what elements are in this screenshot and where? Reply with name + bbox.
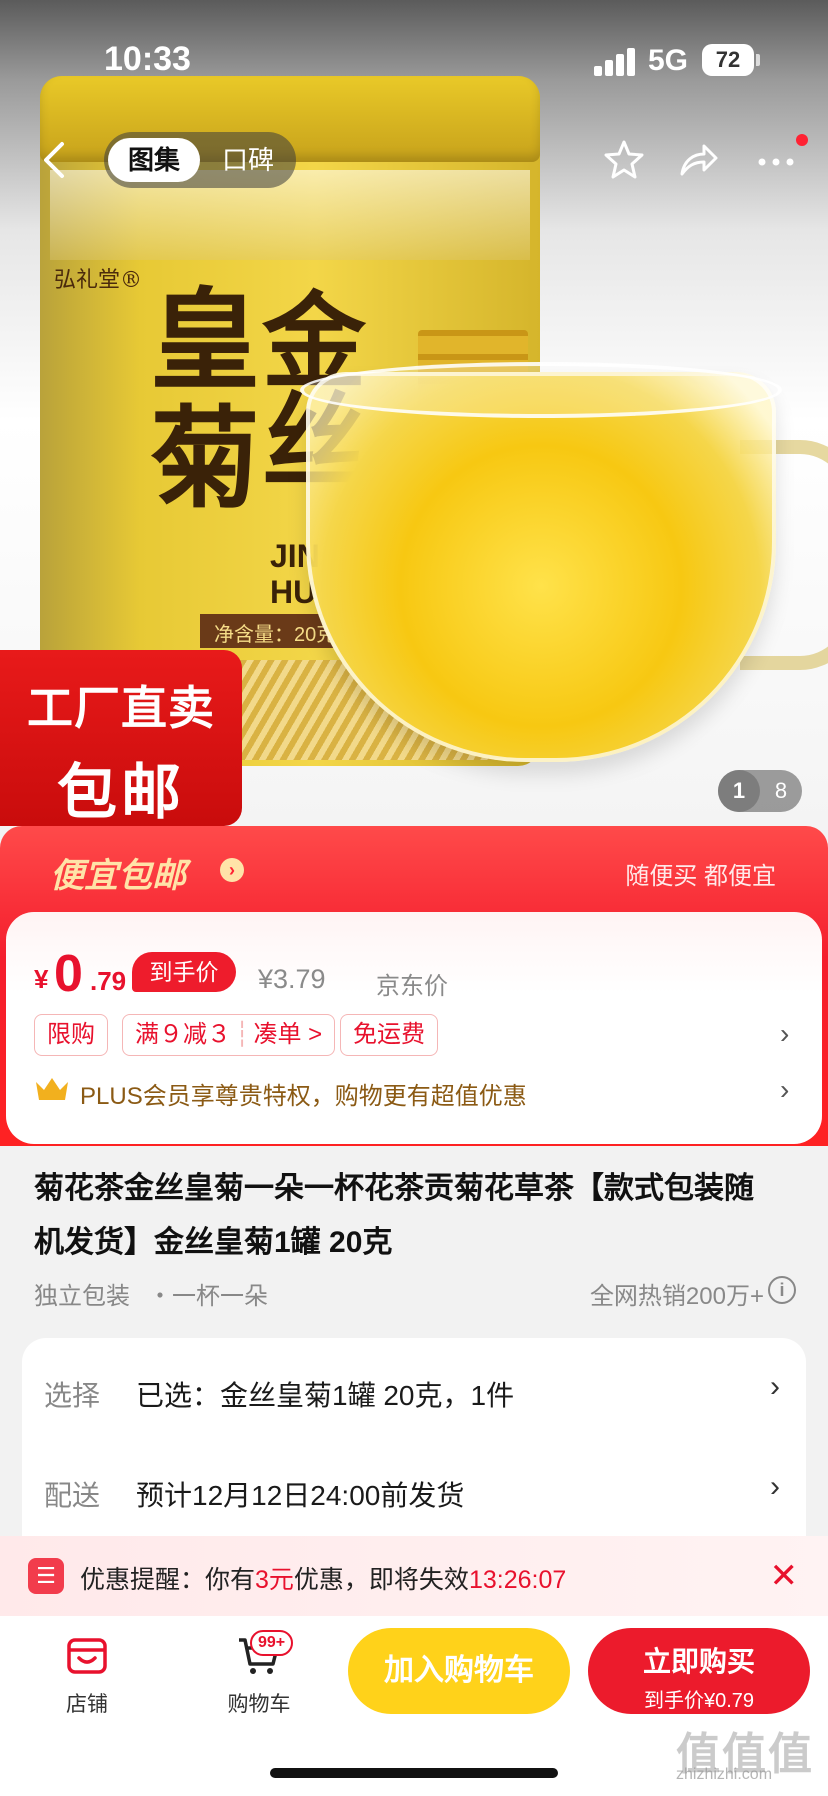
coupon-icon: ☰ [28,1558,64,1594]
pager-total: 8 [774,778,788,803]
chip-discount-text: 满９减３ [135,1021,231,1048]
buy-now-price: 到手价¥0.79 [643,1690,755,1712]
tab-reviews[interactable]: 口碑 [204,138,292,182]
store-label: 店铺 [66,1693,108,1716]
banner-title[interactable]: 便宜包邮 [50,848,186,897]
hot-sales-text: 全网热销200万+ [589,1283,764,1310]
banner-slogan: 随便买 都便宜 [625,863,776,890]
chip-discount[interactable]: 满９减３ ┆ 凑单 > [122,1014,336,1056]
jar-char-1: 皇 [150,276,260,405]
gallery-tabs: 图集 口碑 [104,132,296,188]
chevron-right-icon[interactable]: › [770,1470,780,1504]
price-integer: 0 [54,945,83,1003]
buy-now-label: 立即购买 [642,1646,755,1677]
chip-limit[interactable]: 限购 [34,1014,108,1056]
tab-gallery[interactable]: 图集 [108,138,200,182]
chip-separator: ┆ [235,1021,250,1048]
plus-member-text[interactable]: PLUS会员享尊贵特权，购物更有超值优惠 [80,1076,527,1111]
network-type: 5G [648,44,689,77]
jar-brand-text: 弘礼堂® [54,268,143,293]
image-pager: 1 8 [718,770,802,812]
jar-char-2: 菊 [150,394,260,523]
battery-tip [756,54,760,66]
jd-price: ¥3.79 [258,964,326,994]
delivery-estimate[interactable]: 预计12月12日24:00前发货 [136,1474,464,1514]
reminder-mid: 优惠，即将失效 [293,1566,469,1594]
tag-packaging: 独立包装 [34,1283,130,1310]
select-label: 选择 [44,1380,101,1411]
signal-icon [594,48,636,76]
crown-icon [34,1076,70,1102]
promo-line-2: 包邮 [57,759,185,826]
chevron-right-icon[interactable]: › [220,858,244,882]
jd-price-label: 京东价 [376,973,448,1000]
tag-serving: ・一杯一朵 [148,1283,268,1310]
cup-rim [300,362,782,418]
add-to-cart-button[interactable]: 加入购物车 [348,1628,570,1714]
product-title: 菊花茶金丝皇菊一朵一杯花茶贡菊花草茶【款式包装随机发货】金丝皇菊1罐 20克 [34,1172,754,1259]
close-icon[interactable]: ✕ [770,1556,799,1596]
info-icon[interactable]: i [768,1276,796,1304]
selected-variant[interactable]: 已选：金丝皇菊1罐 20克，1件 [136,1374,514,1414]
cart-label: 购物车 [227,1693,291,1716]
reminder-countdown: 13:26:07 [468,1566,567,1594]
coupon-reminder-text[interactable]: 优惠提醒：你有3元优惠，即将失效13:26:07 [80,1560,566,1596]
promo-line-1: 工厂直卖 [27,682,215,734]
store-icon [65,1636,109,1676]
chip-free-shipping[interactable]: 免运费 [340,1014,438,1056]
back-icon[interactable] [36,138,76,182]
status-time: 10:33 [104,40,191,78]
battery-icon: 72 [702,44,754,76]
promo-tag: 工厂直卖 包邮 [0,650,242,826]
reminder-amount: 3元 [255,1566,294,1594]
home-indicator[interactable] [270,1768,558,1778]
chip-bundle-text: 凑单 > [253,1021,323,1048]
watermark-url: zhizhizhi.com [676,1766,773,1783]
delivery-label: 配送 [44,1480,101,1511]
share-icon[interactable] [674,136,722,184]
more-icon[interactable] [752,136,800,184]
chevron-right-icon[interactable]: › [780,1018,789,1050]
favorite-star-icon[interactable] [600,136,648,184]
reminder-label: 优惠提醒：你有 [80,1566,256,1594]
status-bar: 10:33 5G 72 [0,0,828,100]
store-button[interactable]: 店铺 [32,1636,142,1718]
tea-cup-illustration [306,372,776,762]
pager-current: 1 [718,770,760,812]
price-currency: ¥ [34,964,49,994]
price-decimal: .79 [90,966,127,996]
notification-dot [796,134,808,146]
chevron-right-icon[interactable]: › [770,1370,780,1404]
cart-count-badge: 99+ [250,1630,294,1656]
product-detail-page: 弘礼堂® 皇 菊 金 丝 JIN HU 净含量：20克 工厂直卖 包邮 10:3… [0,0,828,1796]
chevron-right-icon[interactable]: › [780,1074,789,1106]
buy-now-button[interactable]: 立即购买 到手价¥0.79 [588,1628,810,1714]
final-price-badge: 到手价 [132,952,236,992]
